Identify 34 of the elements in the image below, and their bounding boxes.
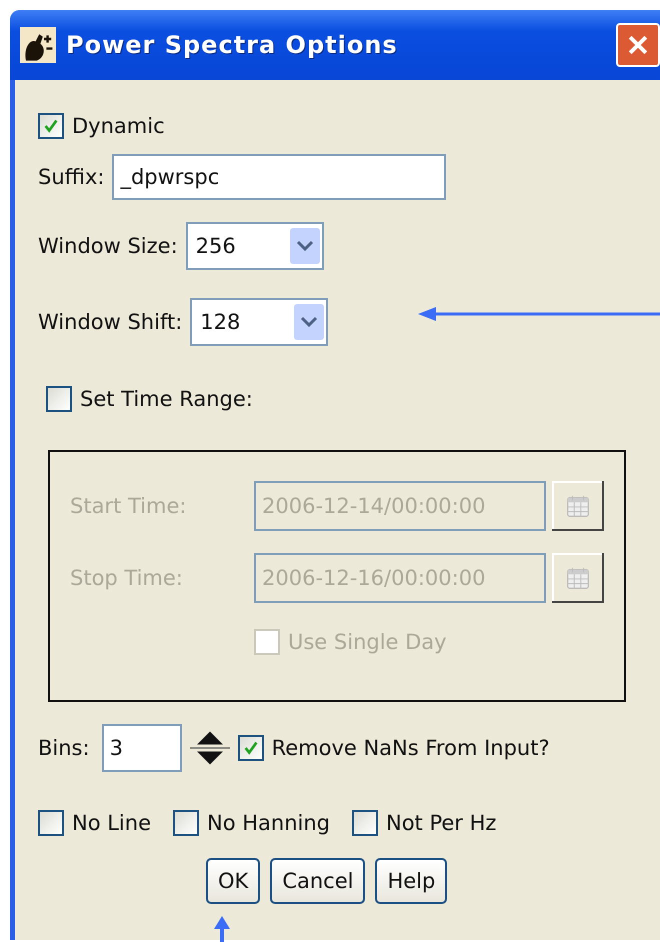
field-label: Bins: bbox=[38, 736, 90, 760]
suffix-field[interactable]: _dpwrspc bbox=[112, 154, 446, 200]
checkbox-label: No Line bbox=[72, 811, 151, 835]
field-label: Suffix: bbox=[38, 165, 104, 189]
checkbox-label: Remove NaNs From Input? bbox=[272, 736, 550, 760]
checkbox[interactable] bbox=[238, 735, 264, 761]
close-button[interactable] bbox=[616, 23, 660, 67]
field-label: Start Time: bbox=[70, 494, 188, 518]
checkbox-label: Not Per Hz bbox=[386, 811, 496, 835]
checkbox-label: Use Single Day bbox=[288, 630, 447, 654]
window-title: Power Spectra Options bbox=[66, 31, 398, 59]
checkmark-icon bbox=[42, 117, 60, 135]
window-shift-dropdown[interactable]: 128 bbox=[190, 298, 328, 346]
checkbox[interactable] bbox=[38, 113, 64, 139]
checkbox[interactable] bbox=[173, 810, 199, 836]
checkbox-label: Set Time Range: bbox=[80, 387, 253, 411]
field-label: Window Size: bbox=[38, 234, 178, 258]
window-size-dropdown[interactable]: 256 bbox=[186, 222, 324, 270]
bins-field[interactable]: 3 bbox=[102, 724, 182, 772]
checkbox[interactable] bbox=[352, 810, 378, 836]
field-label: Window Shift: bbox=[38, 310, 182, 334]
dialog-button[interactable]: Cancel bbox=[270, 858, 366, 904]
dialog-button[interactable]: Help bbox=[375, 858, 448, 904]
checkbox[interactable] bbox=[46, 386, 72, 412]
checkbox[interactable] bbox=[38, 810, 64, 836]
checkbox-label: Dynamic bbox=[72, 114, 165, 138]
app-icon bbox=[20, 27, 56, 63]
annotation-arrow bbox=[212, 916, 232, 942]
checkbox-label: No Hanning bbox=[207, 811, 330, 835]
field-label: Stop Time: bbox=[70, 566, 184, 590]
dialog-button[interactable]: OK bbox=[206, 858, 260, 904]
checkmark-icon bbox=[242, 739, 260, 757]
calendar-button[interactable] bbox=[552, 553, 604, 603]
calendar-button[interactable] bbox=[552, 481, 604, 531]
